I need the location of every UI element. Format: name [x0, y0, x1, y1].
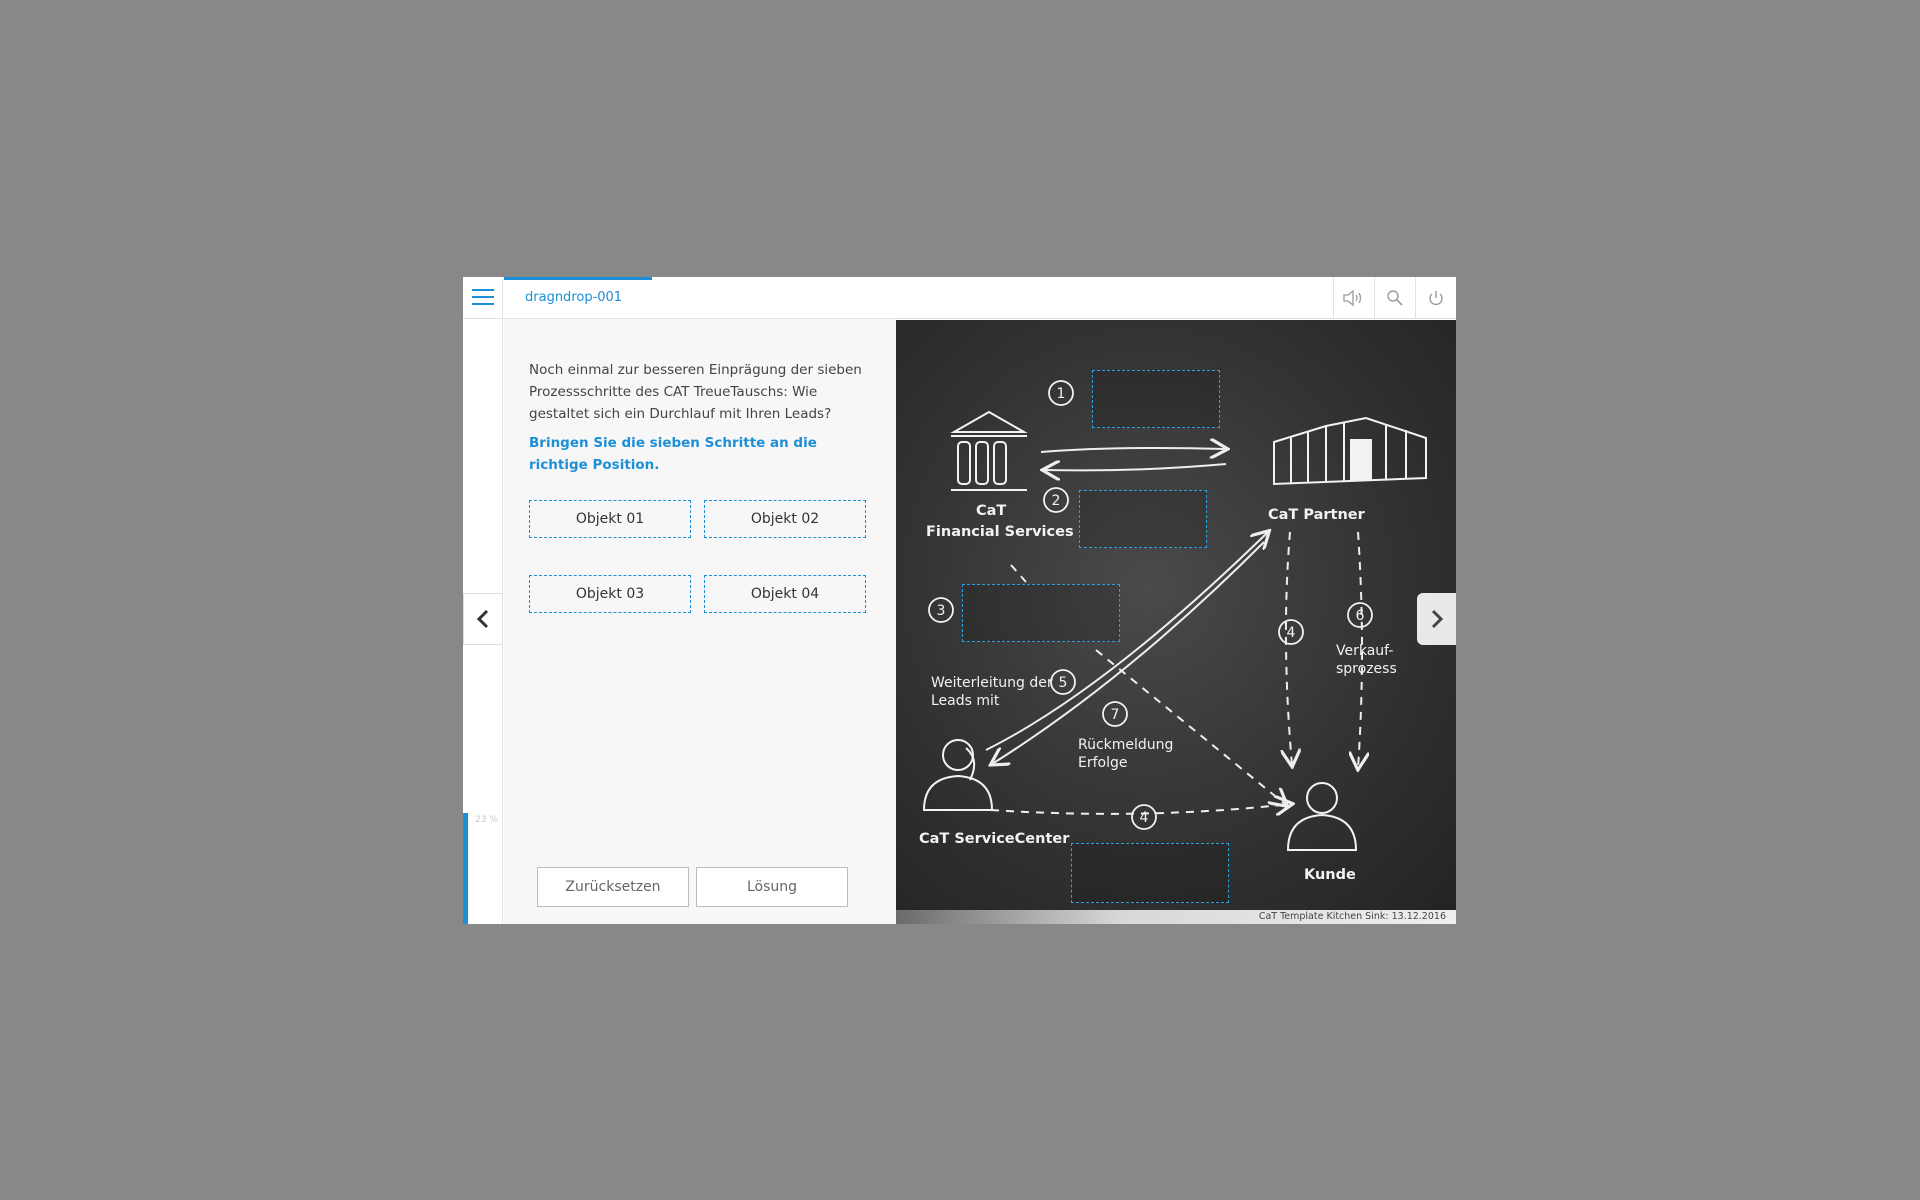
drop-zone-1[interactable] — [1092, 370, 1220, 428]
instruction-text: Bringen Sie die sieben Schritte an die r… — [529, 435, 817, 473]
chevron-left-icon — [476, 609, 489, 629]
drop-zone-2[interactable] — [1079, 490, 1207, 548]
label-financial-services: Financial Services — [926, 524, 1074, 540]
progress-label: 23 % — [475, 815, 498, 825]
label-cat-partner: CaT Partner — [1268, 507, 1365, 523]
search-button[interactable] — [1374, 277, 1415, 318]
drag-object-04[interactable]: Objekt 04 — [704, 575, 866, 613]
drop-zone-4[interactable] — [1071, 843, 1229, 903]
bank-building-icon — [950, 410, 1028, 491]
tab-dragndrop[interactable]: dragndrop-001 — [504, 277, 652, 318]
hamburger-menu-icon — [472, 303, 494, 305]
speaker-icon — [1343, 289, 1362, 306]
step-3-number: 3 — [937, 603, 946, 619]
store-building-icon — [1273, 416, 1427, 486]
label-verkauf-1: Verkauf- — [1336, 643, 1394, 659]
question-text: Noch einmal zur besseren Einprägung der … — [529, 362, 862, 422]
task-panel: Noch einmal zur besseren Einprägung der … — [504, 319, 896, 924]
drop-zone-3[interactable] — [962, 584, 1120, 642]
chevron-right-icon — [1431, 609, 1443, 629]
previous-page-button[interactable] — [463, 593, 503, 645]
chalkboard-diagram: 1 2 3 4 5 6 7 4 CaT Financial Services C… — [896, 320, 1456, 910]
customer-icon — [1286, 782, 1358, 851]
app-window: dragndrop-001 23 % Noch einmal zur besse… — [463, 277, 1456, 924]
hamburger-menu-icon — [472, 289, 494, 291]
search-icon — [1387, 289, 1403, 306]
label-verkauf-2: sprozess — [1336, 661, 1397, 677]
drag-object-01[interactable]: Objekt 01 — [529, 500, 691, 538]
step-6-number: 6 — [1356, 608, 1365, 624]
service-agent-icon — [922, 739, 994, 811]
progress-bar — [463, 813, 468, 924]
drag-object-03[interactable]: Objekt 03 — [529, 575, 691, 613]
step-7-number: 7 — [1111, 707, 1120, 723]
step-4b-number: 4 — [1140, 810, 1149, 826]
top-bar: dragndrop-001 — [463, 277, 1456, 319]
label-cat: CaT — [976, 503, 1007, 519]
menu-button[interactable] — [463, 277, 503, 318]
label-kunde: Kunde — [1304, 867, 1356, 883]
power-icon — [1429, 290, 1443, 305]
label-service-center: CaT ServiceCenter — [919, 831, 1070, 847]
solution-button[interactable]: Lösung — [696, 867, 848, 907]
label-weiterleitung-2: Leads mit — [931, 693, 1000, 709]
next-page-button[interactable] — [1417, 593, 1456, 645]
power-button[interactable] — [1415, 277, 1456, 318]
footer-strip: CaT Template Kitchen Sink: 13.12.2016 — [896, 910, 1456, 924]
version-label: CaT Template Kitchen Sink: 13.12.2016 — [1258, 911, 1446, 922]
audio-button[interactable] — [1333, 277, 1374, 318]
step-4-number: 4 — [1287, 625, 1296, 641]
step-5-number: 5 — [1059, 675, 1068, 691]
step-1-number: 1 — [1057, 386, 1066, 402]
label-rueckmeldung-2: Erfolge — [1078, 755, 1128, 771]
step-2-number: 2 — [1052, 493, 1061, 509]
drag-object-02[interactable]: Objekt 02 — [704, 500, 866, 538]
hamburger-menu-icon — [472, 296, 494, 298]
label-weiterleitung-1: Weiterleitung der — [931, 675, 1053, 691]
label-rueckmeldung-1: Rückmeldung — [1078, 737, 1174, 753]
reset-button[interactable]: Zurücksetzen — [537, 867, 689, 907]
